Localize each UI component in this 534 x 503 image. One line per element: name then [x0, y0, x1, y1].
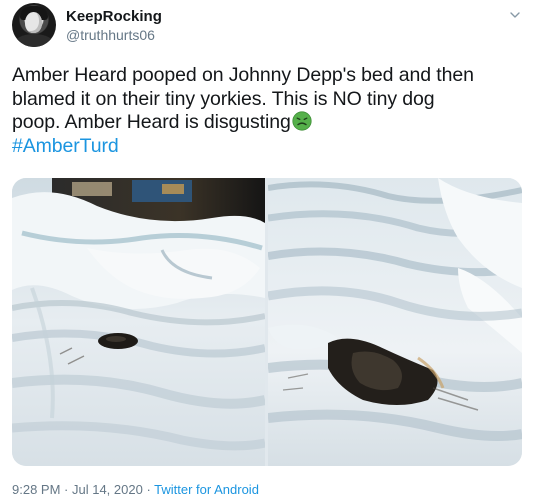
tweet-time[interactable]: 9:28 PM	[12, 482, 60, 497]
display-name[interactable]: KeepRocking	[66, 8, 162, 25]
tweet-line-with-emoji: poop. Amber Heard is disgusting	[12, 111, 522, 135]
photo-2[interactable]	[268, 178, 522, 466]
tweet-date[interactable]: Jul 14, 2020	[72, 482, 143, 497]
meta-separator: ·	[60, 482, 72, 497]
user-handle[interactable]: @truthhurts06	[66, 27, 155, 43]
tweet-meta: 9:28 PM · Jul 14, 2020 · Twitter for And…	[12, 482, 259, 497]
tweet-card: KeepRocking @truthhurts06 Amber Heard po…	[0, 0, 534, 503]
avatar[interactable]	[12, 3, 56, 47]
tweet-line: Amber Heard pooped on Johnny Depp's bed …	[12, 64, 474, 86]
chevron-down-icon[interactable]	[508, 8, 522, 22]
tweet-source-link[interactable]: Twitter for Android	[154, 482, 259, 497]
tweet-line: poop. Amber Heard is disgusting	[12, 111, 291, 133]
avatar-shoulders	[14, 34, 54, 47]
hashtag-link[interactable]: #AmberTurd	[12, 135, 522, 159]
meta-separator: ·	[142, 482, 155, 497]
tweet-text: Amber Heard pooped on Johnny Depp's bed …	[12, 64, 522, 158]
tweet-line: blamed it on their tiny yorkies. This is…	[12, 87, 435, 110]
avatar-face	[25, 12, 42, 33]
media-grid	[12, 178, 522, 466]
photo-1[interactable]	[12, 178, 265, 466]
nauseated-face-emoji-icon	[292, 111, 312, 131]
